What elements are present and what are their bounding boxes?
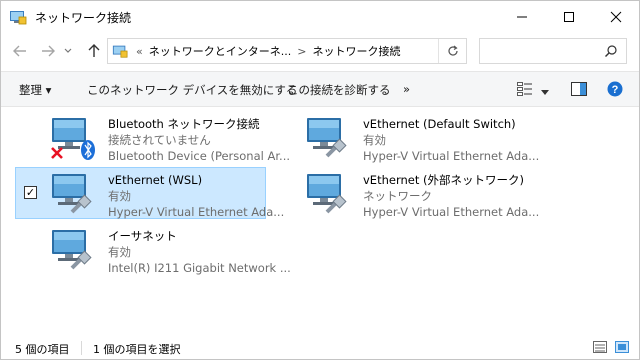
refresh-button[interactable] <box>438 39 466 63</box>
organize-menu[interactable]: 整理 ▾ <box>19 82 51 98</box>
connection-status: 有効 <box>108 189 131 203</box>
connections-view: Bluetooth ネットワーク接続 接続されていません Bluetooth D… <box>1 108 639 332</box>
help-icon: ? <box>607 81 623 97</box>
details-view-button[interactable] <box>593 341 607 356</box>
selected-count: 1 個の項目を選択 <box>93 343 181 356</box>
more-commands-button[interactable]: » <box>403 82 410 96</box>
search-box[interactable] <box>479 38 627 64</box>
connection-device: Hyper-V Virtual Ethernet Ada... <box>108 205 285 219</box>
maximize-icon <box>564 12 574 22</box>
connection-tile-wsl[interactable]: ✓ vEthernet (WSL) 有効 Hyper-V Virtual Eth… <box>15 167 284 219</box>
preview-pane-button[interactable] <box>571 82 587 99</box>
recent-locations-button[interactable] <box>61 41 75 61</box>
back-button[interactable] <box>9 41 31 61</box>
arrow-up-icon <box>88 44 100 57</box>
chevron-down-icon <box>64 48 72 53</box>
forward-button[interactable] <box>37 41 59 61</box>
connection-device: Hyper-V Virtual Ethernet Ada... <box>363 149 540 163</box>
network-folder-icon <box>112 43 128 59</box>
breadcrumb-overflow[interactable]: « <box>136 45 143 58</box>
connection-name: vEthernet (Default Switch) <box>363 117 516 131</box>
breadcrumb-separator[interactable]: > <box>297 45 306 58</box>
command-bar: 整理 ▾ このネットワーク デバイスを無効にする この接続を診断する » ? <box>1 71 639 107</box>
connection-status: 接続されていません <box>108 133 211 147</box>
window-title: ネットワーク接続 <box>35 10 132 25</box>
disable-device-button[interactable]: このネットワーク デバイスを無効にする <box>87 82 297 98</box>
connection-status: ネットワーク <box>363 189 432 203</box>
close-button[interactable] <box>593 1 639 33</box>
connection-device: Bluetooth Device (Personal Ar... <box>108 149 291 163</box>
connection-status: 有効 <box>108 245 131 259</box>
network-folder-icon <box>9 8 27 26</box>
status-bar: 5 個の項目 1 個の項目を選択 <box>1 337 639 359</box>
arrow-left-icon <box>13 45 26 57</box>
large-icons-view-button[interactable] <box>615 341 629 356</box>
connection-name: イーサネット <box>108 229 177 243</box>
breadcrumb-parent[interactable]: ネットワークとインターネ... <box>149 43 292 59</box>
help-button[interactable]: ? <box>607 81 623 100</box>
selection-checkbox[interactable]: ✓ <box>24 186 37 199</box>
connection-tile-default-switch[interactable]: vEthernet (Default Switch) 有効 Hyper-V Vi… <box>271 112 539 164</box>
connection-name: vEthernet (外部ネットワーク) <box>363 173 524 187</box>
refresh-icon <box>447 45 458 56</box>
title-bar: ネットワーク接続 <box>1 1 639 33</box>
maximize-button[interactable] <box>546 1 592 33</box>
connection-status: 有効 <box>363 133 386 147</box>
chevron-down-icon <box>541 90 549 95</box>
connection-tile-bluetooth[interactable]: Bluetooth ネットワーク接続 接続されていません Bluetooth D… <box>16 112 290 164</box>
connection-device: Hyper-V Virtual Ethernet Ada... <box>363 205 540 219</box>
ethernet-network-icon <box>50 170 102 218</box>
status-divider <box>81 341 82 355</box>
address-bar[interactable]: « ネットワークとインターネ... > ネットワーク接続 <box>107 38 467 64</box>
connection-tile-external[interactable]: vEthernet (外部ネットワーク) ネットワーク Hyper-V Virt… <box>271 168 539 220</box>
ethernet-network-icon <box>305 170 357 218</box>
diagnose-button[interactable]: この接続を診断する <box>287 82 391 98</box>
ethernet-network-icon <box>305 114 357 162</box>
change-view-button[interactable] <box>517 82 533 99</box>
close-icon <box>610 11 622 23</box>
connection-tile-ethernet[interactable]: イーサネット 有効 Intel(R) I211 Gigabit Network … <box>16 224 291 276</box>
view-options-button[interactable] <box>541 85 549 99</box>
svg-text:?: ? <box>612 84 619 96</box>
breadcrumb-current[interactable]: ネットワーク接続 <box>312 43 400 59</box>
minimize-icon <box>517 16 527 18</box>
search-icon <box>604 44 618 61</box>
connection-device: Intel(R) I211 Gigabit Network ... <box>108 261 291 275</box>
bluetooth-network-icon <box>50 114 102 162</box>
explorer-window: ネットワーク接続 « ネットワークとインターネ... > ネットワーク接続 整理… <box>0 0 640 360</box>
connection-name: vEthernet (WSL) <box>108 173 203 187</box>
minimize-button[interactable] <box>499 1 545 33</box>
details-view-icon <box>593 341 607 353</box>
large-icons-view-icon <box>615 341 629 353</box>
preview-pane-icon <box>571 82 587 96</box>
connection-name: Bluetooth ネットワーク接続 <box>108 117 260 131</box>
navigation-bar: « ネットワークとインターネ... > ネットワーク接続 <box>1 35 639 67</box>
ethernet-network-icon <box>50 226 102 274</box>
arrow-right-icon <box>42 45 55 57</box>
view-tiles-icon <box>517 82 532 96</box>
up-button[interactable] <box>83 41 105 61</box>
item-count: 5 個の項目 <box>15 343 70 356</box>
